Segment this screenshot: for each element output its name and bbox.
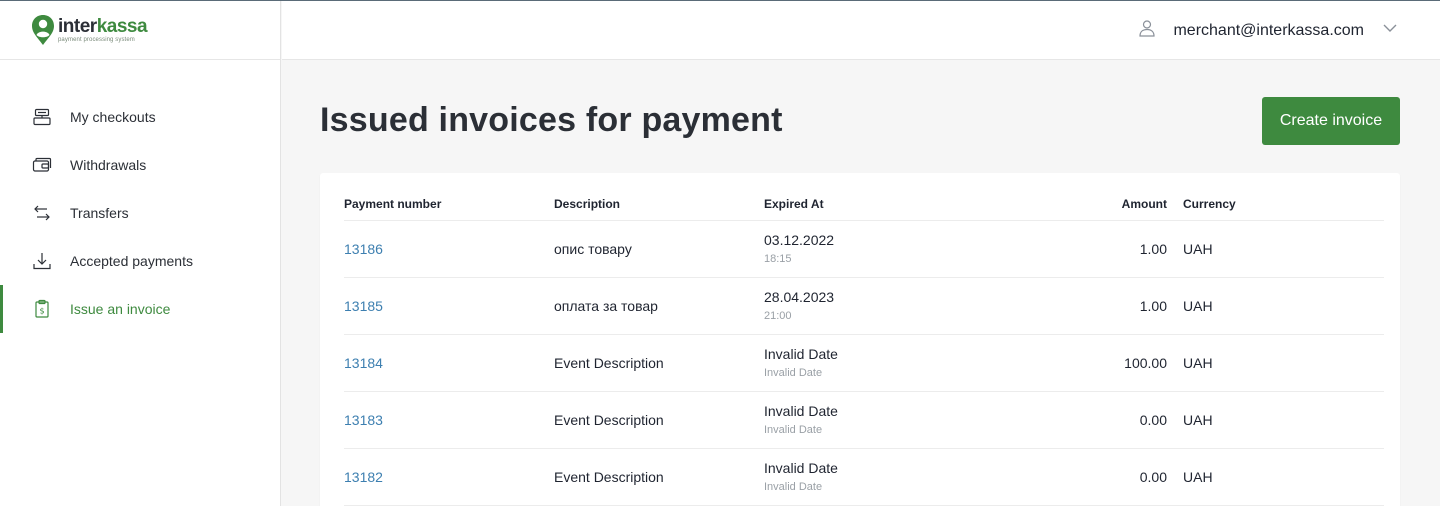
- expired-date: Invalid Date: [764, 460, 838, 476]
- invoice-icon: $: [32, 299, 52, 319]
- create-invoice-button[interactable]: Create invoice: [1262, 97, 1400, 145]
- table-row[interactable]: 13184 Event Description Invalid Date Inv…: [344, 335, 1384, 392]
- row-amount: 0.00: [1139, 469, 1167, 485]
- expired-date: Invalid Date: [764, 403, 838, 419]
- wallet-icon: [32, 155, 52, 175]
- sidebar-nav: My checkouts Withdrawals Transfers Accep…: [0, 60, 280, 333]
- table-row[interactable]: 13186 опис товару 03.12.2022 18:15 1.00 …: [344, 221, 1384, 278]
- payment-number-link[interactable]: 13182: [344, 469, 383, 485]
- sidebar-item-issue-invoice[interactable]: $ Issue an invoice: [0, 285, 280, 333]
- table-header: Payment number Description Expired At Am…: [344, 173, 1384, 221]
- sidebar-item-label: My checkouts: [70, 109, 156, 125]
- svg-text:$: $: [39, 307, 44, 316]
- chevron-down-icon[interactable]: [1382, 20, 1398, 41]
- row-currency: UAH: [1183, 469, 1213, 485]
- row-description: опис товару: [554, 241, 632, 257]
- download-icon: [32, 251, 52, 271]
- invoices-card: Payment number Description Expired At Am…: [320, 173, 1400, 506]
- expired-time: Invalid Date: [764, 424, 823, 436]
- page-title: Issued invoices for payment: [320, 101, 783, 139]
- sidebar: interkassa payment processing system My …: [0, 1, 281, 506]
- expired-date: 03.12.2022: [764, 232, 835, 248]
- row-currency: UAH: [1183, 298, 1213, 314]
- payment-number-link[interactable]: 13185: [344, 298, 383, 314]
- top-header: merchant@interkassa.com: [282, 1, 1440, 60]
- sidebar-item-label: Withdrawals: [70, 157, 147, 173]
- row-expired-at: Invalid Date Invalid Date: [764, 403, 1064, 437]
- row-expired-at: 03.12.2022 18:15: [764, 232, 1064, 266]
- checkout-icon: [32, 107, 52, 127]
- sidebar-item-label: Issue an invoice: [70, 301, 171, 317]
- row-expired-at: Invalid Date Invalid Date: [764, 346, 1064, 380]
- sidebar-item-transfers[interactable]: Transfers: [0, 189, 280, 237]
- expired-time: Invalid Date: [764, 481, 823, 493]
- expired-date: 28.04.2023: [764, 289, 835, 305]
- sidebar-item-my-checkouts[interactable]: My checkouts: [0, 93, 280, 141]
- transfer-arrows-icon: [32, 203, 52, 223]
- logo-word-inter: inter: [58, 16, 97, 37]
- sidebar-item-label: Transfers: [70, 205, 129, 221]
- table-row[interactable]: 13182 Event Description Invalid Date Inv…: [344, 449, 1384, 506]
- row-description: Event Description: [554, 412, 664, 428]
- expired-time: 21:00: [764, 310, 792, 322]
- payment-number-link[interactable]: 13183: [344, 412, 383, 428]
- table-row[interactable]: 13185 оплата за товар 28.04.2023 21:00 1…: [344, 278, 1384, 335]
- row-description: Event Description: [554, 355, 664, 371]
- logo-text: interkassa payment processing system: [58, 16, 148, 43]
- row-amount: 1.00: [1139, 298, 1167, 314]
- logo-word-kassa: kassa: [96, 16, 148, 37]
- user-menu[interactable]: merchant@interkassa.com: [1138, 1, 1398, 60]
- column-header-payment-number: Payment number: [344, 197, 442, 211]
- logo-tagline: payment processing system: [58, 37, 135, 43]
- sidebar-item-label: Accepted payments: [70, 253, 193, 269]
- user-email: merchant@interkassa.com: [1173, 21, 1364, 39]
- invoices-table: Payment number Description Expired At Am…: [344, 173, 1384, 506]
- sidebar-item-accepted-payments[interactable]: Accepted payments: [0, 237, 280, 285]
- row-currency: UAH: [1183, 412, 1213, 428]
- expired-time: 18:15: [764, 253, 792, 265]
- row-amount: 1.00: [1139, 241, 1167, 257]
- payment-number-link[interactable]: 13184: [344, 355, 383, 371]
- logo-wordmark: interkassa: [58, 16, 148, 37]
- user-icon: [1138, 19, 1173, 42]
- column-header-description: Description: [554, 197, 621, 211]
- row-currency: UAH: [1183, 241, 1213, 257]
- payment-number-link[interactable]: 13186: [344, 241, 383, 257]
- row-expired-at: Invalid Date Invalid Date: [764, 460, 1064, 494]
- row-description: оплата за товар: [554, 298, 658, 314]
- row-expired-at: 28.04.2023 21:00: [764, 289, 1064, 323]
- row-amount: 100.00: [1124, 355, 1167, 371]
- sidebar-item-withdrawals[interactable]: Withdrawals: [0, 141, 280, 189]
- row-currency: UAH: [1183, 355, 1213, 371]
- column-header-expired-at: Expired At: [764, 197, 824, 211]
- column-header-currency: Currency: [1183, 197, 1236, 211]
- expired-date: Invalid Date: [764, 346, 838, 362]
- row-description: Event Description: [554, 469, 664, 485]
- row-amount: 0.00: [1139, 412, 1167, 428]
- table-row[interactable]: 13183 Event Description Invalid Date Inv…: [344, 392, 1384, 449]
- expired-time: Invalid Date: [764, 367, 823, 379]
- column-header-amount: Amount: [1121, 197, 1167, 211]
- logo[interactable]: interkassa payment processing system: [0, 1, 280, 60]
- interkassa-logo-icon: [32, 15, 54, 45]
